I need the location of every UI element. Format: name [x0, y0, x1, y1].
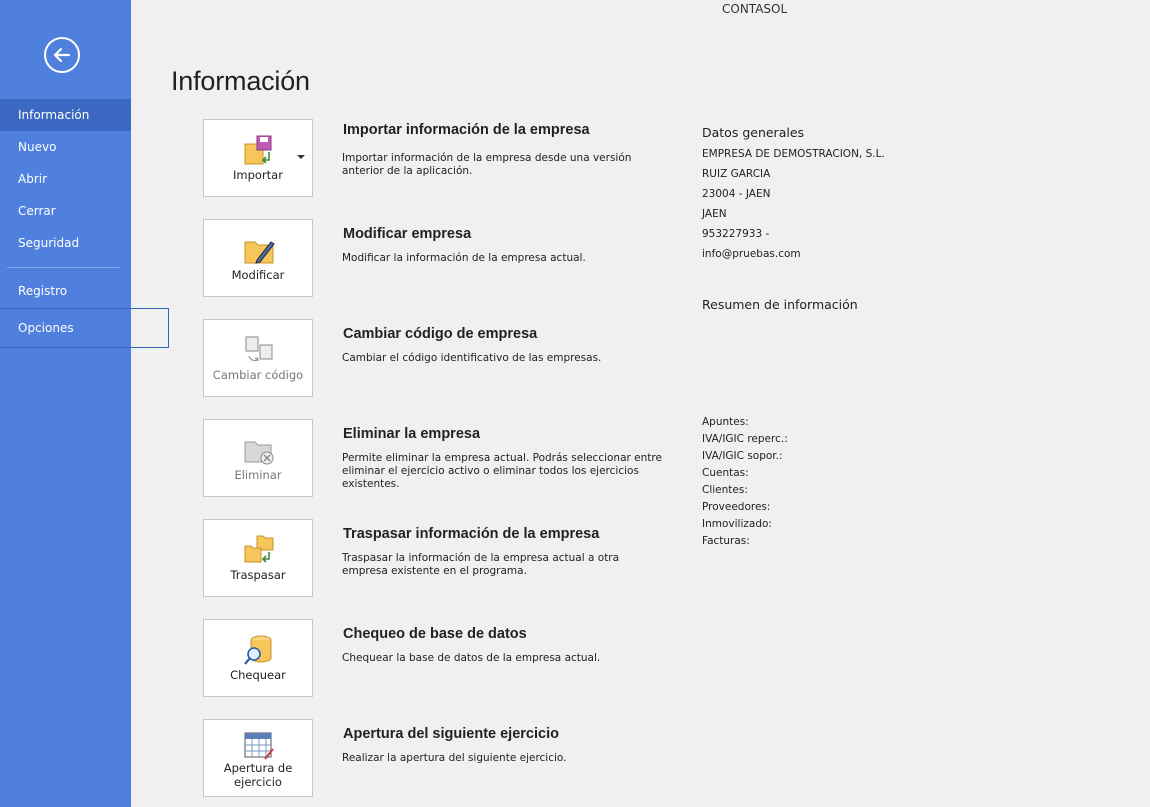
sidebar-item-nuevo[interactable]: Nuevo: [0, 131, 131, 163]
change-code-button-label: Cambiar código: [212, 368, 304, 382]
import-button[interactable]: Importar: [203, 119, 313, 197]
company-email: info@pruebas.com: [702, 248, 801, 260]
general-data-heading: Datos generales: [702, 125, 805, 140]
check-database-button[interactable]: Chequear: [203, 619, 313, 697]
import-button-label: Importar: [233, 168, 283, 182]
company-name: EMPRESA DE DEMOSTRACION, S.L.: [702, 148, 885, 160]
import-icon: [244, 135, 272, 165]
transfer-button[interactable]: Traspasar: [203, 519, 313, 597]
change-code-button[interactable]: Cambiar código: [203, 319, 313, 397]
page-title: Información: [171, 66, 310, 96]
arrow-left-icon: [53, 47, 71, 63]
summary-clientes: Clientes:: [702, 484, 748, 496]
sidebar-divider: [7, 267, 120, 268]
company-postal: 23004 - JAEN: [702, 188, 771, 200]
action-description: Cambiar el código identificativo de las …: [342, 352, 602, 364]
company-contact: RUIZ GARCIA: [702, 168, 771, 180]
company-phone: 953227933 -: [702, 228, 770, 240]
action-title: Importar información de la empresa: [343, 122, 590, 138]
company-city: JAEN: [702, 208, 727, 220]
sidebar-item-informacion[interactable]: Información: [0, 99, 131, 131]
action-title: Cambiar código de empresa: [343, 326, 538, 342]
transfer-icon: [244, 535, 274, 563]
action-description: Chequear la base de datos de la empresa …: [342, 652, 601, 664]
summary-iva-sopor: IVA/IGIC sopor.:: [702, 450, 783, 462]
sidebar-item-seguridad[interactable]: Seguridad: [0, 227, 131, 259]
open-fiscal-year-button-label: Apertura de ejercicio: [223, 761, 293, 789]
backstage-sidebar: Información Nuevo Abrir Cerrar Seguridad…: [0, 0, 169, 807]
transfer-button-label: Traspasar: [230, 568, 286, 582]
change-code-icon: [245, 336, 273, 362]
database-check-icon: [244, 635, 272, 665]
summary-iva-reperc: IVA/IGIC reperc.:: [702, 433, 788, 445]
summary-apuntes: Apuntes:: [702, 416, 749, 428]
action-title: Apertura del siguiente ejercicio: [343, 726, 559, 742]
summary-proveedores: Proveedores:: [702, 501, 771, 513]
delete-button[interactable]: Eliminar: [203, 419, 313, 497]
summary-facturas: Facturas:: [702, 535, 750, 547]
folder-delete-icon: [244, 441, 274, 465]
folder-edit-icon: [244, 241, 275, 264]
action-description: Importar información de la empresa desde…: [342, 152, 632, 177]
modify-button-label: Modificar: [231, 268, 285, 282]
modify-button[interactable]: Modificar: [203, 219, 313, 297]
summary-inmovilizado: Inmovilizado:: [702, 518, 772, 530]
check-database-button-label: Chequear: [230, 668, 286, 682]
action-title: Eliminar la empresa: [343, 426, 481, 442]
back-button[interactable]: [44, 37, 80, 73]
calendar-icon: [244, 732, 274, 760]
action-description: Traspasar la información de la empresa a…: [342, 552, 620, 577]
action-description: Permite eliminar la empresa actual. Podr…: [342, 452, 662, 490]
action-title: Modificar empresa: [343, 226, 472, 242]
summary-heading: Resumen de información: [702, 297, 858, 312]
sidebar-item-opciones[interactable]: Opciones: [0, 308, 169, 348]
sidebar-item-registro[interactable]: Registro: [0, 275, 131, 307]
summary-cuentas: Cuentas:: [702, 467, 749, 479]
app-title: CONTASOL: [722, 2, 788, 16]
chevron-down-icon[interactable]: [297, 155, 305, 159]
action-description: Modificar la información de la empresa a…: [342, 252, 586, 264]
sidebar-item-abrir[interactable]: Abrir: [0, 163, 131, 195]
action-title: Chequeo de base de datos: [343, 626, 527, 642]
action-title: Traspasar información de la empresa: [343, 526, 600, 542]
action-description: Realizar la apertura del siguiente ejerc…: [342, 752, 567, 764]
sidebar-item-cerrar[interactable]: Cerrar: [0, 195, 131, 227]
open-fiscal-year-button[interactable]: Apertura de ejercicio: [203, 719, 313, 797]
delete-button-label: Eliminar: [234, 468, 282, 482]
